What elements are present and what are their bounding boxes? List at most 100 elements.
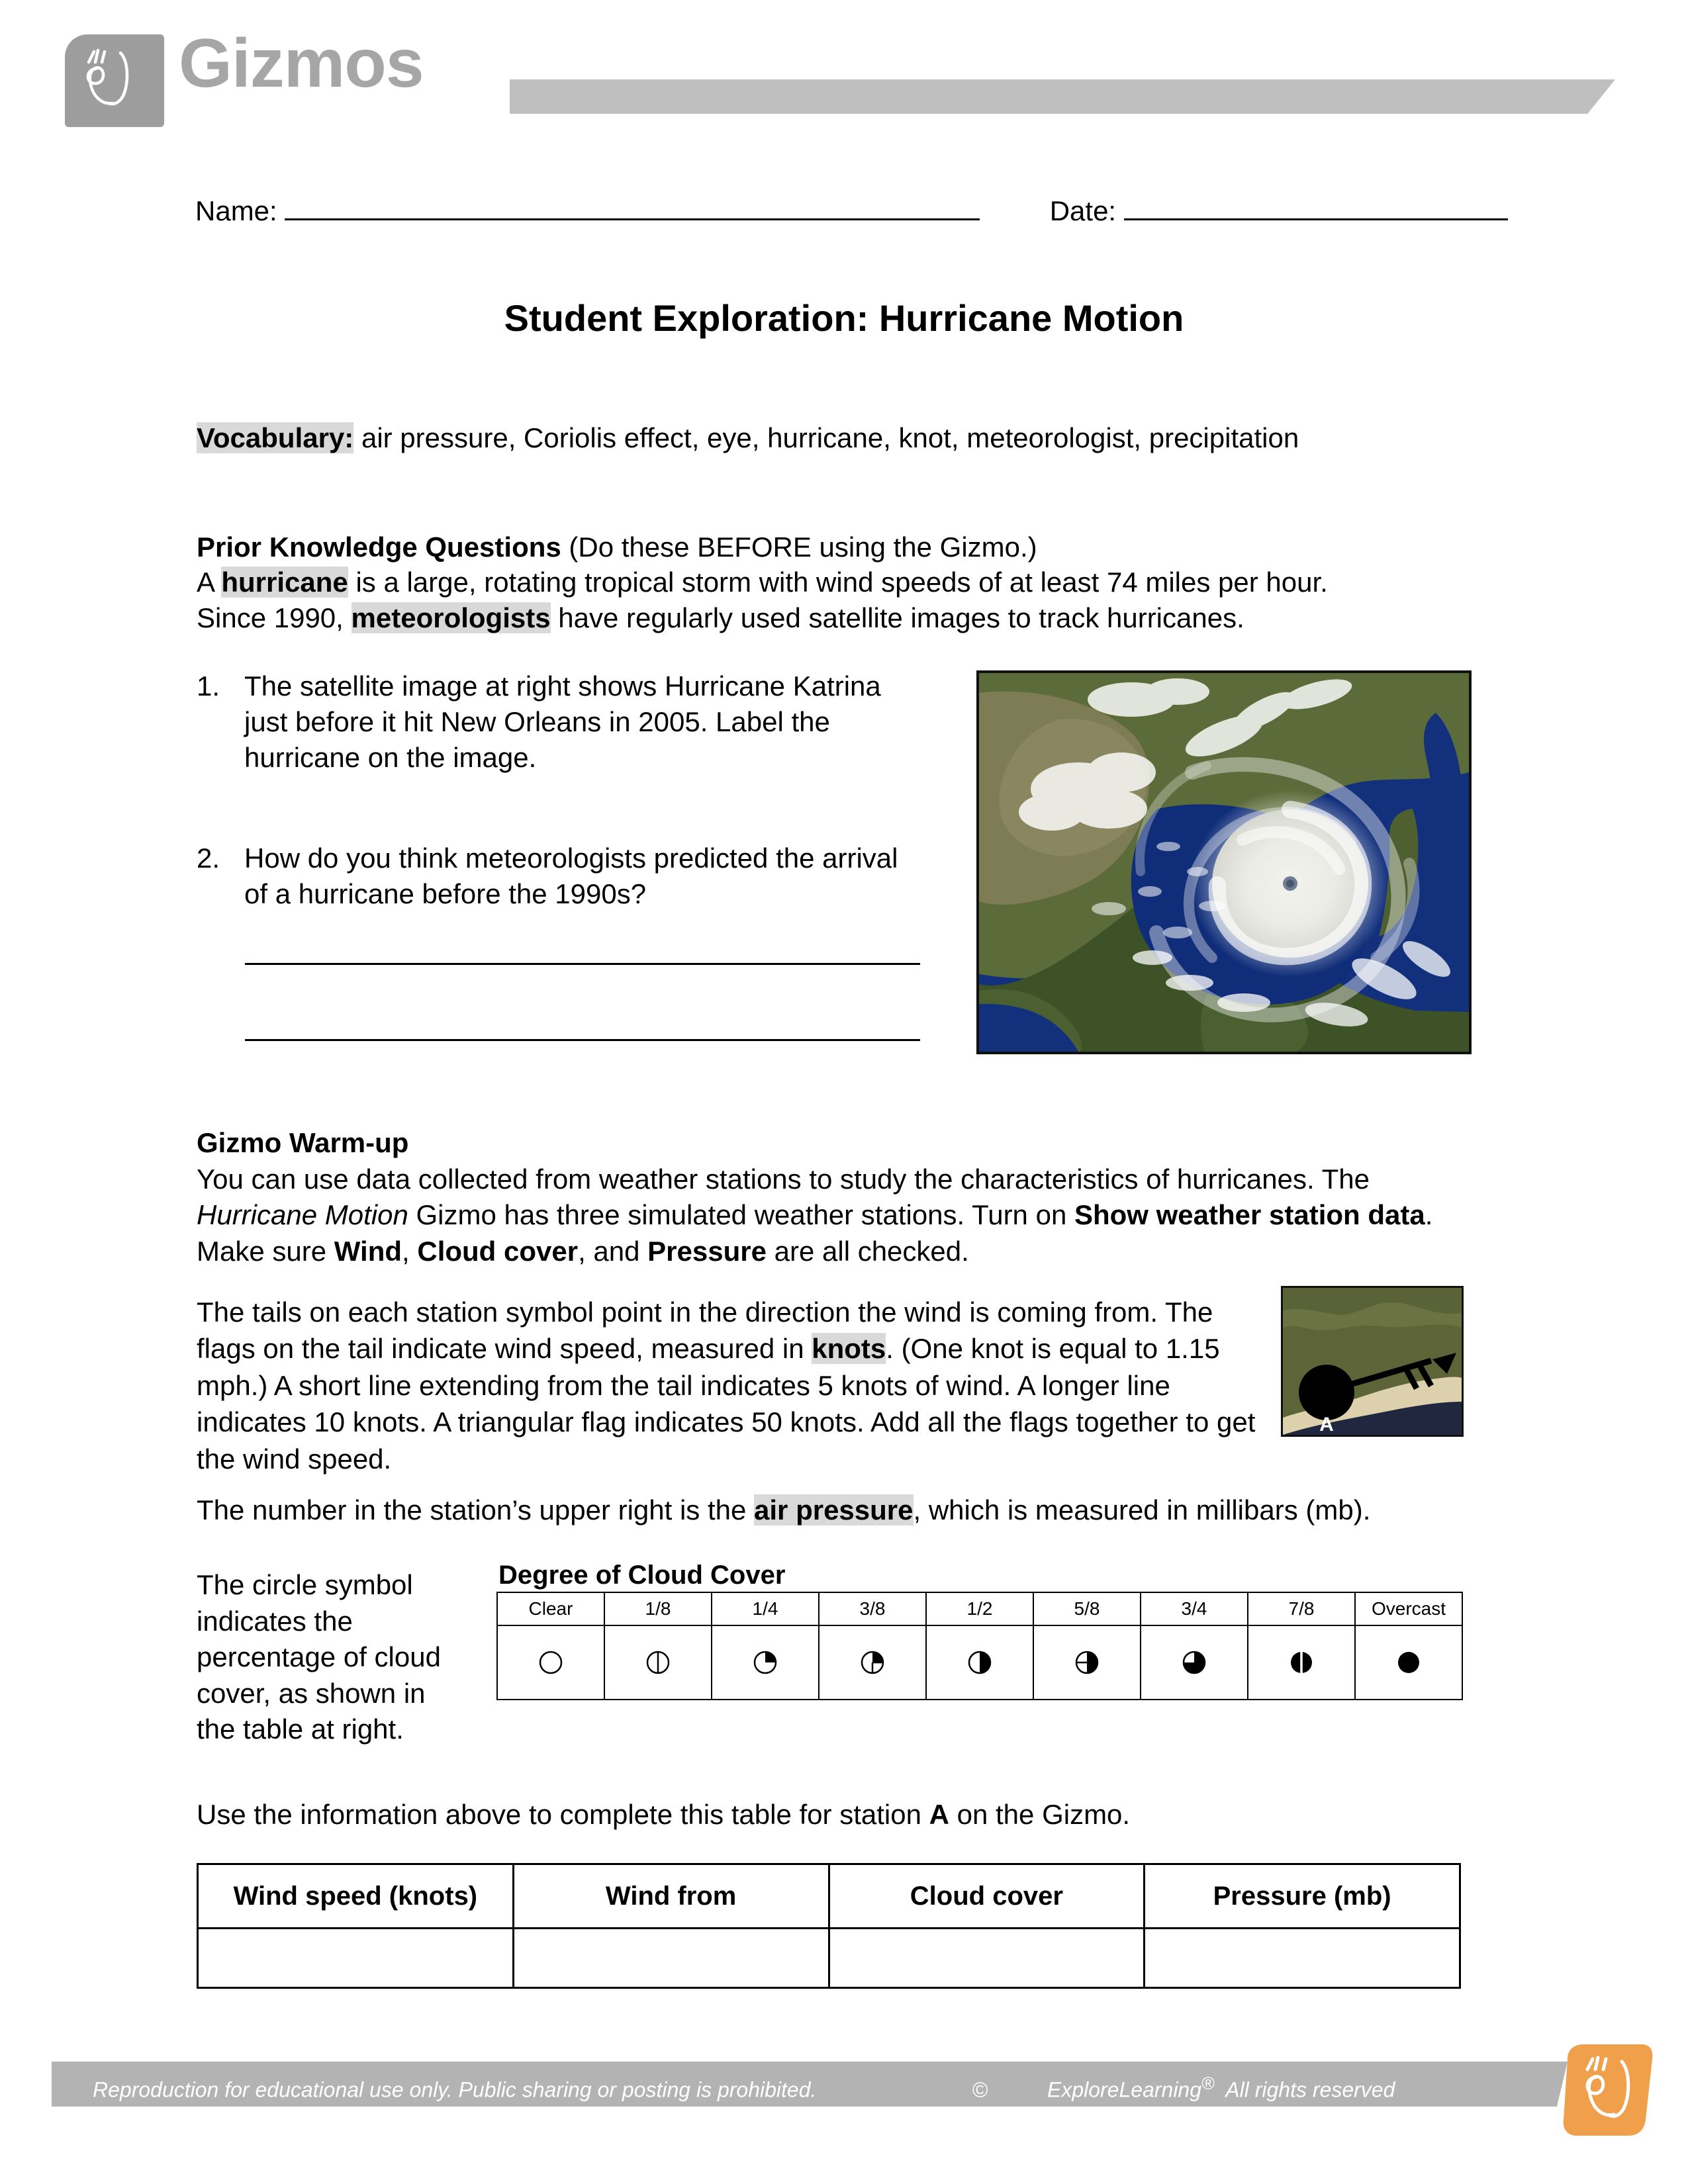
name-label: Name: (195, 195, 277, 226)
cloud-cover-cell-overcast (1354, 1625, 1463, 1700)
footer-copyright-symbol: © (972, 2077, 988, 2102)
name-input-line[interactable] (285, 192, 980, 220)
prior-knowledge-block: Prior Knowledge Questions (Do these BEFO… (197, 529, 1454, 635)
vocabulary-line: Vocabulary: air pressure, Coriolis effec… (197, 422, 1299, 454)
cloud-cover-header: 3/8 (818, 1592, 927, 1626)
cloud-cover-table: Clear 1/8 1/4 3/8 1/2 5/8 3/4 7/8 Overca… (496, 1592, 1463, 1700)
cloud-cover-header: Overcast (1354, 1592, 1463, 1626)
cloud-cover-three-quarters-icon (1182, 1651, 1206, 1674)
el-script-logo-icon (86, 48, 129, 106)
warmup-d: , (402, 1235, 418, 1267)
explorelearning-logo-icon (1563, 2044, 1653, 2136)
cloud-cover-cell-three-quarters (1140, 1625, 1248, 1700)
page-header: Gizmos (0, 0, 1688, 165)
prior-knowledge-line-2: A hurricane is a large, rotating tropica… (197, 565, 1454, 600)
cloud-cover-cell-one-eighth (604, 1625, 712, 1700)
warmup-b: Gizmo has three simulated weather statio… (408, 1199, 1074, 1231)
warmup-a: You can use data collected from weather … (197, 1163, 1370, 1195)
prior-knowledge-line-3: Since 1990, meteorologists have regularl… (197, 600, 1454, 635)
answer-line-1[interactable] (245, 963, 920, 965)
footer-company: ExploreLearning (1047, 2077, 1202, 2102)
control-wind: Wind (334, 1235, 402, 1267)
data-table-header-row: Wind speed (knots) Wind from Cloud cover… (197, 1863, 1461, 1929)
cloud-cover-header: 1/4 (711, 1592, 820, 1626)
question-2: 2. How do you think meteorologists predi… (197, 841, 918, 912)
table-row (197, 1927, 1461, 1989)
footer-text: Reproduction for educational use only. P… (93, 2073, 1395, 2103)
control-cloud-cover: Cloud cover (417, 1235, 579, 1267)
use-info-a: Use the information above to complete th… (197, 1799, 929, 1830)
data-cell-cloud-cover[interactable] (827, 1927, 1146, 1989)
term-knots: knots (812, 1333, 886, 1365)
date-label: Date: (1049, 195, 1117, 226)
cloud-cover-five-eighths-icon (1075, 1651, 1099, 1674)
station-tails-paragraph: The tails on each station symbol point i… (197, 1294, 1256, 1477)
footer-notice: Reproduction for educational use only. P… (93, 2077, 817, 2102)
cloud-cover-header-row: Clear 1/8 1/4 3/8 1/2 5/8 3/4 7/8 Overca… (496, 1592, 1463, 1626)
hurricane-katrina-satellite-image (976, 670, 1472, 1054)
data-table-header-pressure: Pressure (mb) (1143, 1863, 1461, 1929)
station-a-reference: A (929, 1799, 949, 1830)
air-pressure-paragraph: The number in the station’s upper right … (197, 1494, 1474, 1526)
pk-l3-a: Since 1990, (197, 602, 352, 633)
station-a-data-table: Wind speed (knots) Wind from Cloud cover… (197, 1863, 1461, 1989)
question-1-number: 1. (197, 670, 220, 702)
cloud-cover-cell-three-eighths (818, 1625, 927, 1700)
control-pressure: Pressure (647, 1235, 767, 1267)
pk-l2-b: is a large, rotating tropical storm with… (348, 567, 1328, 598)
cloud-cover-table-title: Degree of Cloud Cover (498, 1561, 786, 1590)
warmup-f: are all checked. (766, 1235, 969, 1267)
vocabulary-label: Vocabulary: (197, 422, 354, 453)
cloud-cover-header: 3/4 (1140, 1592, 1248, 1626)
use-info-b: on the Gizmo. (949, 1799, 1131, 1830)
circle-symbol-paragraph: The circle symbol indicates the percenta… (197, 1569, 441, 1745)
cloud-cover-one-quarter-icon (753, 1651, 777, 1674)
data-table-header-wind-speed: Wind speed (knots) (197, 1863, 514, 1929)
pressure-a: The number in the station’s upper right … (197, 1494, 755, 1525)
cloud-cover-clear-icon (539, 1651, 563, 1674)
question-1-text: The satellite image at right shows Hurri… (244, 670, 881, 773)
station-label-a: A (1319, 1414, 1334, 1435)
footer-registered-mark: ® (1201, 2073, 1215, 2093)
term-hurricane: hurricane (221, 567, 348, 598)
cloud-cover-cell-seven-eighths (1247, 1625, 1356, 1700)
cloud-cover-cell-one-quarter (711, 1625, 820, 1700)
control-show-weather-station-data: Show weather station data (1074, 1199, 1425, 1231)
prior-knowledge-heading-rest: (Do these BEFORE using the Gizmo.) (561, 531, 1037, 563)
cloud-cover-header: 7/8 (1247, 1592, 1356, 1626)
vocabulary-terms: air pressure, Coriolis effect, eye, hurr… (353, 422, 1299, 453)
footer-rights: All rights reserved (1225, 2077, 1395, 2102)
gizmo-warmup-block: Gizmo Warm-up You can use data collected… (197, 1125, 1461, 1269)
cloud-cover-header: Clear (496, 1592, 605, 1626)
data-cell-wind-speed[interactable] (197, 1927, 514, 1989)
question-1: 1. The satellite image at right shows Hu… (197, 668, 918, 775)
answer-line-2[interactable] (245, 1039, 920, 1041)
cloud-cover-one-eighth-icon (646, 1651, 670, 1674)
prior-knowledge-heading: Prior Knowledge Questions (197, 531, 561, 563)
cloud-cover-header: 5/8 (1033, 1592, 1141, 1626)
gizmo-warmup-heading: Gizmo Warm-up (197, 1127, 409, 1158)
data-cell-pressure[interactable] (1143, 1927, 1461, 1989)
pk-l2-a: A (197, 567, 222, 598)
cloud-cover-overcast-icon (1398, 1652, 1419, 1673)
data-table-header-wind-from: Wind from (512, 1863, 830, 1929)
data-cell-wind-from[interactable] (512, 1927, 830, 1989)
brand-wordmark: Gizmos (179, 25, 424, 102)
page-footer: Reproduction for educational use only. P… (0, 2044, 1688, 2136)
cloud-cover-one-half-icon (968, 1651, 992, 1674)
weather-station-symbol-image: A (1281, 1286, 1464, 1437)
cloud-cover-cell-clear (496, 1625, 605, 1700)
gizmo-warmup-paragraph: You can use data collected from weather … (197, 1161, 1461, 1270)
use-information-instruction: Use the information above to complete th… (197, 1799, 1130, 1831)
cloud-cover-symbol-row (496, 1625, 1463, 1700)
question-2-number: 2. (197, 842, 220, 874)
warmup-e: , and (578, 1235, 648, 1267)
cloud-cover-header: 1/2 (925, 1592, 1034, 1626)
pk-l3-b: have regularly used satellite images to … (550, 602, 1244, 633)
term-air-pressure: air pressure (754, 1494, 914, 1525)
cloud-cover-cell-five-eighths (1033, 1625, 1141, 1700)
data-table-header-cloud-cover: Cloud cover (827, 1863, 1146, 1929)
prior-knowledge-heading-line: Prior Knowledge Questions (Do these BEFO… (197, 529, 1454, 565)
date-input-line[interactable] (1123, 192, 1508, 220)
question-2-text: How do you think meteorologists predicte… (244, 842, 898, 909)
